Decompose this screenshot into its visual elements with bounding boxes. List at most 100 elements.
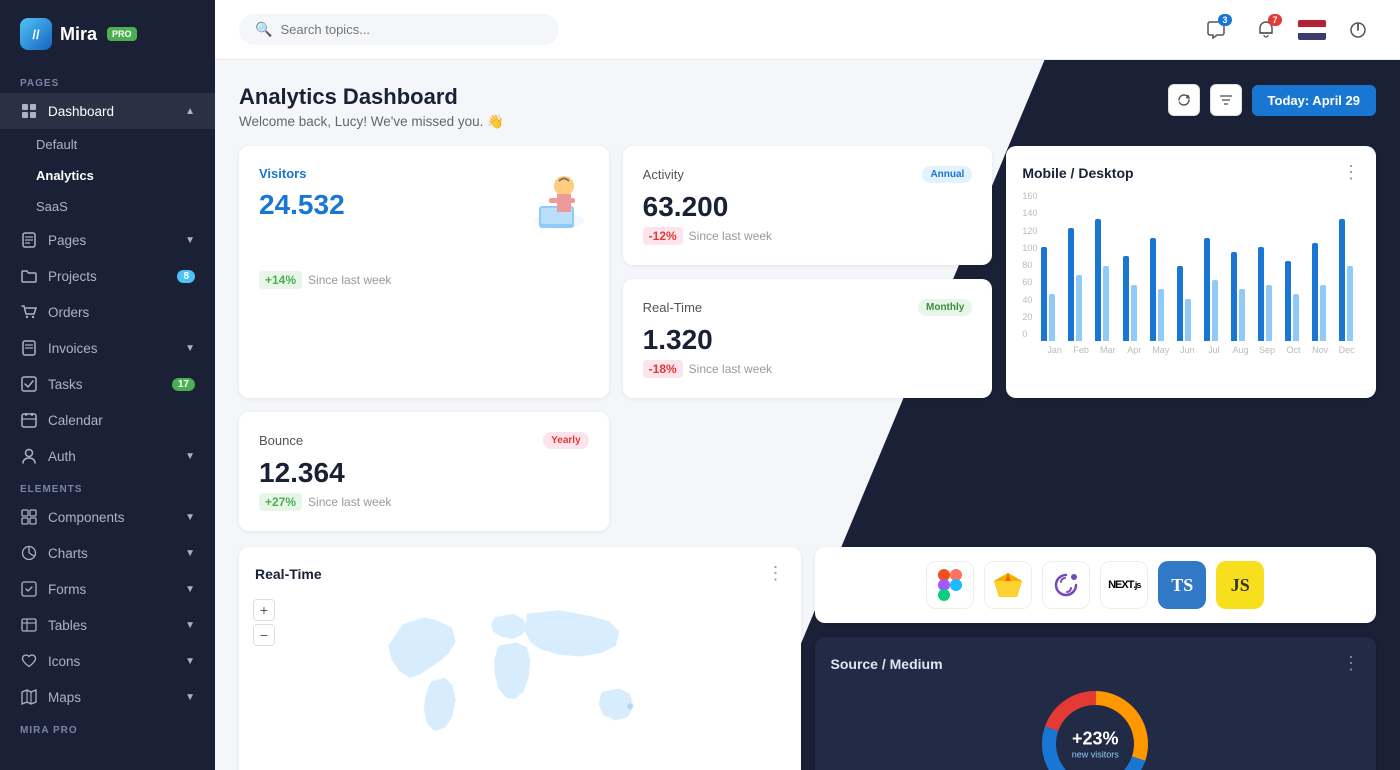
activity-card: Activity Annual 63.200 -12% Since last w…	[623, 146, 993, 265]
page-title: Analytics Dashboard	[239, 84, 504, 110]
power-btn[interactable]	[1340, 12, 1376, 48]
logo-pro-badge: PRO	[107, 27, 137, 41]
zoom-out-btn[interactable]: −	[253, 624, 275, 646]
map-more-btn[interactable]: ⋮	[767, 563, 785, 584]
cart-icon	[20, 303, 38, 321]
sidebar-item-label-orders: Orders	[48, 305, 89, 320]
search-input[interactable]	[280, 22, 543, 37]
projects-badge: 8	[177, 270, 195, 283]
logo-text: Mira	[60, 24, 97, 45]
content-inner: Analytics Dashboard Welcome back, Lucy! …	[239, 84, 1376, 754]
realtime-map-title: Real-Time	[255, 566, 322, 582]
sidebar-section-label-pages: PAGES	[0, 68, 215, 93]
bounce-label: Bounce	[259, 433, 303, 448]
sidebar-item-icons[interactable]: Icons ▼	[0, 643, 215, 679]
sidebar-section-mirapro: MIRA PRO	[0, 715, 215, 740]
date-btn[interactable]: Today: April 29	[1252, 85, 1376, 116]
refresh-icon	[1177, 93, 1191, 107]
stats-bar-row: Visitors 24.532 +14% Since last week	[239, 146, 1376, 531]
chevron-down-icon-components: ▼	[185, 512, 195, 523]
sketch-logo	[984, 561, 1032, 609]
sidebar-item-default[interactable]: Default	[0, 129, 215, 160]
bounce-change-row: +27% Since last week	[259, 493, 589, 511]
sidebar-item-auth[interactable]: Auth ▼	[0, 438, 215, 474]
bar-group-oct	[1285, 261, 1306, 341]
visitors-change: +14%	[259, 271, 302, 289]
filter-btn[interactable]	[1210, 84, 1242, 116]
refresh-btn[interactable]	[1168, 84, 1200, 116]
bar-group-nov	[1312, 243, 1333, 341]
bar-group-aug	[1231, 252, 1252, 341]
puzzle-icon	[20, 508, 38, 526]
bar-group-jul	[1204, 238, 1225, 341]
donut-section: +23% new visitors	[831, 684, 1361, 770]
sidebar-item-maps[interactable]: Maps ▼	[0, 679, 215, 715]
user-icon	[20, 447, 38, 465]
chevron-down-icon-auth: ▼	[185, 451, 195, 462]
sidebar-item-analytics[interactable]: Analytics	[0, 160, 215, 191]
sidebar-item-projects[interactable]: Projects 8	[0, 258, 215, 294]
bounce-card: Bounce Yearly 12.364 +27% Since last wee…	[239, 412, 609, 531]
sidebar-item-dashboard[interactable]: Dashboard ▲	[0, 93, 215, 129]
sidebar-item-label-saas: SaaS	[36, 199, 68, 214]
sidebar-item-charts[interactable]: Charts ▼	[0, 535, 215, 571]
sidebar-item-label-projects: Projects	[48, 269, 97, 284]
sidebar-item-pages[interactable]: Pages ▼	[0, 222, 215, 258]
sidebar-item-label-forms: Forms	[48, 582, 86, 597]
bottom-row: Real-Time ⋮ + −	[239, 547, 1376, 770]
sidebar-item-calendar[interactable]: Calendar	[0, 402, 215, 438]
sidebar-item-tables[interactable]: Tables ▼	[0, 607, 215, 643]
sidebar-item-label-components: Components	[48, 510, 125, 525]
javascript-logo: JS	[1216, 561, 1264, 609]
sidebar-item-label-invoices: Invoices	[48, 341, 98, 356]
sidebar-item-components[interactable]: Components ▼	[0, 499, 215, 535]
figma-logo	[926, 561, 974, 609]
file-icon	[20, 231, 38, 249]
folder-icon	[20, 267, 38, 285]
sidebar-section-label-elements: ELEMENTS	[0, 474, 215, 499]
bounce-badge: Yearly	[543, 432, 588, 449]
bar-group-jan	[1041, 247, 1062, 341]
sidebar-item-forms[interactable]: Forms ▼	[0, 571, 215, 607]
flag-icon	[1298, 20, 1326, 40]
bar-group-dec	[1339, 219, 1360, 341]
sidebar-item-invoices[interactable]: Invoices ▼	[0, 330, 215, 366]
bar-group-mar	[1095, 219, 1116, 341]
realtime-change-row: -18% Since last week	[643, 360, 973, 378]
sidebar-section-pages: PAGES Dashboard ▲ Default Analytics SaaS…	[0, 68, 215, 474]
map-card: Real-Time ⋮ + −	[239, 547, 801, 770]
notifications-btn[interactable]: 3	[1198, 12, 1234, 48]
sidebar-item-tasks[interactable]: Tasks 17	[0, 366, 215, 402]
tasks-badge: 17	[172, 378, 195, 391]
js-label: JS	[1231, 575, 1250, 596]
zoom-in-btn[interactable]: +	[253, 599, 275, 621]
source-medium-more[interactable]: ⋮	[1342, 653, 1360, 674]
grid-icon	[20, 102, 38, 120]
check-icon	[20, 375, 38, 393]
sidebar-item-label-auth: Auth	[48, 449, 76, 464]
sidebar-section-elements: ELEMENTS Components ▼ Charts ▼ Forms ▼	[0, 474, 215, 715]
typescript-logo: TS	[1158, 561, 1206, 609]
source-medium-title: Source / Medium	[831, 656, 943, 672]
realtime-label: Real-Time	[643, 300, 702, 315]
filter-icon	[1219, 94, 1233, 106]
topbar: 🔍 3 7	[215, 0, 1400, 60]
search-box[interactable]: 🔍	[239, 14, 559, 45]
visitors-change-row: +14% Since last week	[259, 271, 589, 289]
sidebar-item-label-dashboard: Dashboard	[48, 104, 114, 119]
sidebar-logo[interactable]: // Mira PRO	[0, 0, 215, 68]
sidebar-item-orders[interactable]: Orders	[0, 294, 215, 330]
sidebar-item-saas[interactable]: SaaS	[0, 191, 215, 222]
sidebar-section-label-mirapro: MIRA PRO	[0, 715, 215, 740]
mobile-desktop-more[interactable]: ⋮	[1342, 162, 1360, 183]
chevron-down-icon-maps: ▼	[185, 692, 195, 703]
topbar-right: 3 7	[1198, 12, 1376, 48]
sidebar-item-label-tasks: Tasks	[48, 377, 83, 392]
map-icon	[20, 688, 38, 706]
chevron-down-icon-charts: ▼	[185, 548, 195, 559]
bar-group-jun	[1177, 266, 1198, 341]
activity-change-row: -12% Since last week	[643, 227, 973, 245]
bell-btn[interactable]: 7	[1248, 12, 1284, 48]
sidebar-item-label-calendar: Calendar	[48, 413, 103, 428]
flag-btn[interactable]	[1298, 20, 1326, 40]
